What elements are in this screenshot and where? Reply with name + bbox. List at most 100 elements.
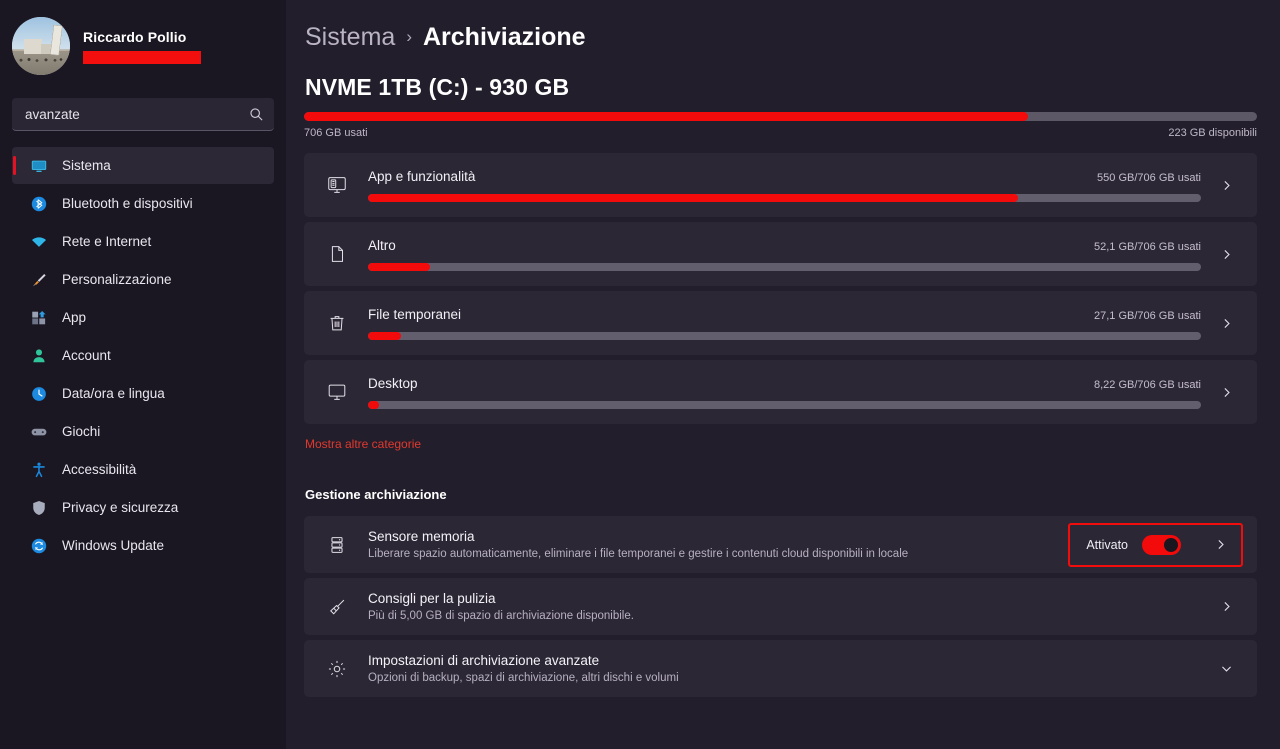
gamepad-icon [30, 423, 48, 441]
profile-header[interactable]: Riccardo Pollio [0, 0, 286, 75]
sidebar-item-label: Rete e Internet [62, 234, 152, 249]
sidebar-item-accessibilita[interactable]: Accessibilità [12, 451, 274, 488]
drive-used-label: 706 GB usati [304, 127, 368, 139]
section-title-storage-management: Gestione archiviazione [305, 487, 447, 502]
chevron-right-icon[interactable] [1213, 248, 1239, 261]
highlight-box-storage-sense-toggle: Attivato [1068, 522, 1243, 567]
apps-icon [30, 309, 48, 327]
sidebar-item-label: Account [62, 348, 111, 363]
chevron-down-icon[interactable] [1213, 662, 1239, 675]
search-input[interactable] [25, 106, 249, 122]
category-title: App e funzionalità [368, 168, 476, 184]
category-title: Desktop [368, 375, 418, 391]
sidebar-item-data-ora-e-lingua[interactable]: Data/ora e lingua [12, 375, 274, 412]
sidebar-item-account[interactable]: Account [12, 337, 274, 374]
sidebar-item-label: Bluetooth e dispositivi [62, 196, 193, 211]
drive-title: NVME 1TB (C:) - 930 GB [305, 74, 570, 100]
sidebar-item-label: Giochi [62, 424, 101, 439]
main-content: Sistema › Archiviazione NVME 1TB (C:) - … [286, 0, 1280, 749]
storage-sense-icon [324, 532, 350, 558]
gear-icon [324, 656, 350, 682]
sidebar-item-label: Accessibilità [62, 462, 137, 477]
chevron-right-icon[interactable] [1213, 317, 1239, 330]
category-usage-bar [368, 331, 1201, 340]
management-row-advanced-storage-settings[interactable]: Impostazioni di archiviazione avanzate O… [304, 640, 1257, 697]
app-window-icon [324, 172, 350, 198]
sidebar-item-label: Personalizzazione [62, 272, 172, 287]
category-usage-bar [368, 262, 1201, 271]
storage-sense-toggle[interactable] [1142, 534, 1181, 555]
category-card[interactable]: Desktop 8,22 GB/706 GB usati [304, 360, 1257, 424]
desktop-monitor-icon [324, 379, 350, 405]
accessibility-icon [30, 461, 48, 479]
sidebar-nav: Sistema Bluetooth e dispositivi Rete e I… [0, 147, 286, 564]
management-row-cleanup-recommendations[interactable]: Consigli per la pulizia Più di 5,00 GB d… [304, 578, 1257, 635]
sidebar-item-label: Data/ora e lingua [62, 386, 165, 401]
sidebar-item-bluetooth-e-dispositivi[interactable]: Bluetooth e dispositivi [12, 185, 274, 222]
bluetooth-icon [30, 195, 48, 213]
document-icon [324, 241, 350, 267]
breadcrumb: Sistema › Archiviazione [304, 20, 1256, 54]
category-title: File temporanei [368, 306, 462, 322]
toggle-state-label: Attivato [1086, 537, 1128, 552]
page-title: Archiviazione [422, 23, 586, 51]
monitor-icon [30, 157, 48, 175]
management-row-storage-sense[interactable]: Sensore memoria Liberare spazio automati… [304, 516, 1257, 573]
drive-usage-legend: 706 GB usati 223 GB disponibili [304, 127, 1257, 139]
wifi-icon [30, 233, 48, 251]
sidebar-item-app[interactable]: App [12, 299, 274, 336]
sidebar-item-label: Windows Update [62, 538, 165, 553]
category-usage-fill [368, 193, 1018, 202]
sidebar-item-label: Sistema [62, 158, 111, 173]
management-row-title: Impostazioni di archiviazione avanzate [368, 653, 600, 668]
category-card[interactable]: App e funzionalità 550 GB/706 GB usati [304, 153, 1257, 217]
category-usage-bar [368, 400, 1201, 409]
chevron-right-icon[interactable] [1213, 386, 1239, 399]
management-row-subtitle: Più di 5,00 GB di spazio di archiviazion… [368, 610, 634, 622]
category-usage-fill [368, 400, 379, 409]
category-usage-fill [368, 262, 430, 271]
management-row-title: Sensore memoria [368, 529, 475, 544]
category-card[interactable]: File temporanei 27,1 GB/706 GB usati [304, 291, 1257, 355]
paintbrush-icon [30, 271, 48, 289]
clock-icon [30, 385, 48, 403]
sidebar-item-giochi[interactable]: Giochi [12, 413, 274, 450]
category-title: Altro [368, 237, 396, 253]
profile-email-redacted [83, 50, 201, 64]
management-row-subtitle: Opzioni di backup, spazi di archiviazion… [368, 672, 679, 684]
shield-icon [30, 499, 48, 517]
settings-window: Riccardo Pollio Sistema [0, 0, 1280, 749]
category-amount: 27,1 GB/706 GB usati [1093, 309, 1201, 322]
trash-icon [324, 310, 350, 336]
search-icon[interactable] [249, 107, 264, 122]
category-amount: 52,1 GB/706 GB usati [1093, 240, 1201, 253]
sidebar-item-rete-e-internet[interactable]: Rete e Internet [12, 223, 274, 260]
sidebar: Riccardo Pollio Sistema [0, 0, 286, 749]
category-card[interactable]: Altro 52,1 GB/706 GB usati [304, 222, 1257, 286]
search-box[interactable] [12, 98, 274, 131]
sidebar-item-personalizzazione[interactable]: Personalizzazione [12, 261, 274, 298]
category-amount: 550 GB/706 GB usati [1097, 171, 1201, 184]
category-usage-fill [368, 331, 402, 340]
person-icon [30, 347, 48, 365]
avatar [12, 17, 70, 75]
sidebar-item-windows-update[interactable]: Windows Update [12, 527, 274, 564]
chevron-right-icon[interactable] [1213, 600, 1239, 613]
drive-free-label: 223 GB disponibili [1168, 127, 1257, 139]
category-list: App e funzionalità 550 GB/706 GB usati A… [304, 153, 1257, 424]
drive-usage-bar [304, 112, 1257, 121]
management-list: Sensore memoria Liberare spazio automati… [304, 516, 1257, 697]
chevron-right-icon[interactable] [1213, 179, 1239, 192]
broom-icon [324, 594, 350, 620]
sidebar-item-privacy-e-sicurezza[interactable]: Privacy e sicurezza [12, 489, 274, 526]
management-row-subtitle: Liberare spazio automaticamente, elimina… [368, 548, 909, 560]
management-row-title: Consigli per la pulizia [368, 591, 496, 606]
sidebar-item-sistema[interactable]: Sistema [12, 147, 274, 184]
show-more-categories-link[interactable]: Mostra altre categorie [304, 437, 421, 451]
breadcrumb-parent-link[interactable]: Sistema [305, 20, 395, 54]
chevron-right-icon: › [406, 27, 412, 46]
toggle-knob [1164, 537, 1178, 552]
chevron-right-icon[interactable] [1207, 538, 1233, 551]
profile-name: Riccardo Pollio [83, 28, 187, 45]
sidebar-item-label: App [62, 310, 87, 325]
